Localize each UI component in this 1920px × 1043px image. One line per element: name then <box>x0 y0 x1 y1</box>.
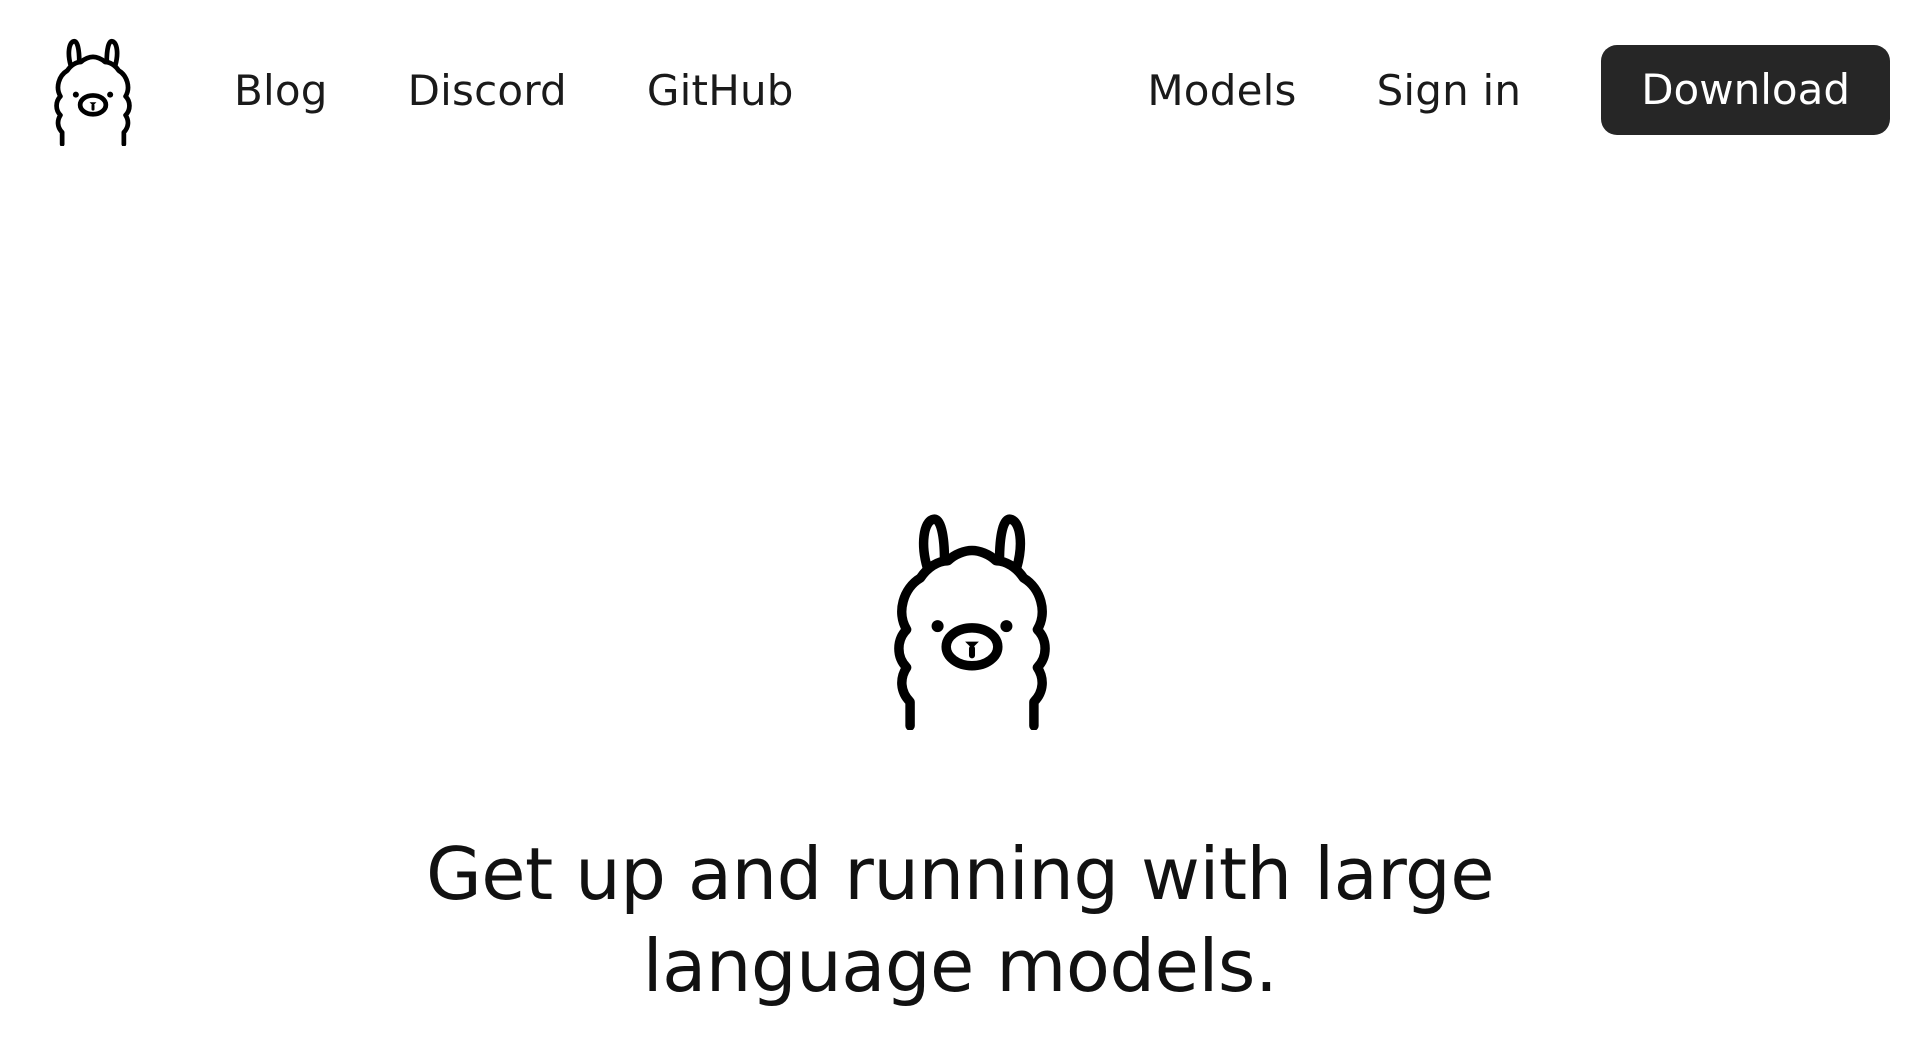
llama-icon <box>54 38 132 146</box>
tagline-line-2: language models. <box>642 924 1278 1008</box>
home-logo-link[interactable] <box>50 38 136 146</box>
site-header: Blog Discord GitHub Models Sign in Downl… <box>0 0 1920 180</box>
nav-link-discord[interactable]: Discord <box>408 66 567 115</box>
hero-tagline: Get up and running with large language m… <box>360 828 1560 1012</box>
secondary-nav: Models Sign in Download <box>1147 44 1890 136</box>
nav-link-github[interactable]: GitHub <box>647 66 794 115</box>
nav-link-sign-in[interactable]: Sign in <box>1377 66 1522 115</box>
nav-link-blog[interactable]: Blog <box>234 66 328 115</box>
llama-icon <box>894 514 1050 730</box>
nav-link-models[interactable]: Models <box>1147 66 1296 115</box>
tagline-line-1: Get up and running with large <box>425 832 1495 916</box>
primary-nav: Blog Discord GitHub <box>234 44 874 136</box>
download-button[interactable]: Download <box>1601 45 1890 135</box>
hero-llama <box>886 512 1058 730</box>
page: Blog Discord GitHub Models Sign in Downl… <box>0 0 1920 1043</box>
